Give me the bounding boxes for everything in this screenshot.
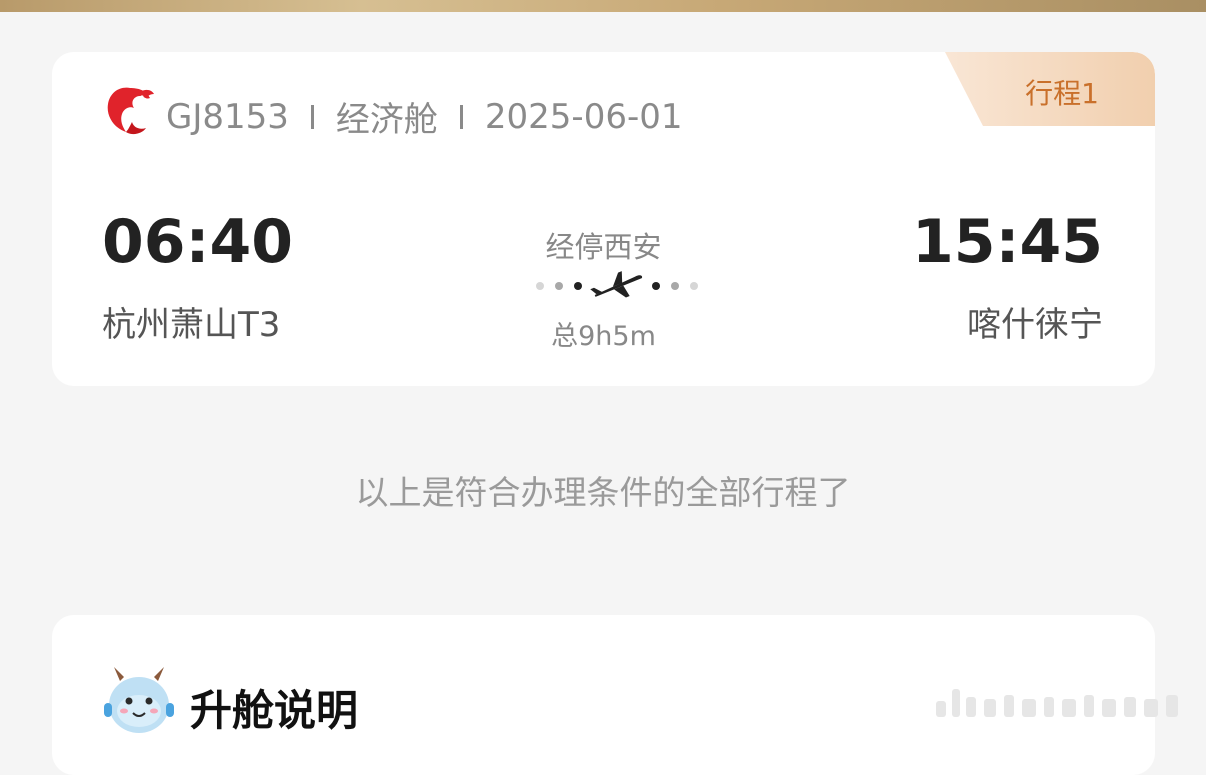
flight-number: GJ8153 (166, 96, 289, 137)
airline-logo-icon (107, 87, 154, 135)
top-banner-image (0, 0, 1206, 12)
cabin-class: 经济舱 (335, 100, 438, 140)
flight-info-line: GJ8153 经济舱 2025-06-01 (166, 92, 683, 141)
arrival-airport: 喀什徕宁 (967, 305, 1103, 345)
flight-card[interactable]: 行程1 GJ8153 经济舱 2025-06-01 06:40 杭州萧山T3 经… (52, 52, 1155, 386)
trip-tag: 行程1 (945, 52, 1155, 126)
divider (310, 104, 314, 129)
mascot-icon (104, 667, 174, 733)
route-line-icon (536, 271, 698, 298)
flight-date: 2025-06-01 (484, 96, 683, 137)
airplane-icon (590, 271, 643, 298)
upgrade-title: 升舱说明 (190, 686, 359, 735)
trip-tag-label: 行程1 (1025, 77, 1099, 110)
arrival-time: 15:45 (912, 207, 1103, 277)
eligible-trips-note: 以上是符合办理条件的全部行程了 (355, 473, 851, 512)
watermark-icon (936, 689, 1178, 717)
divider (459, 104, 463, 129)
